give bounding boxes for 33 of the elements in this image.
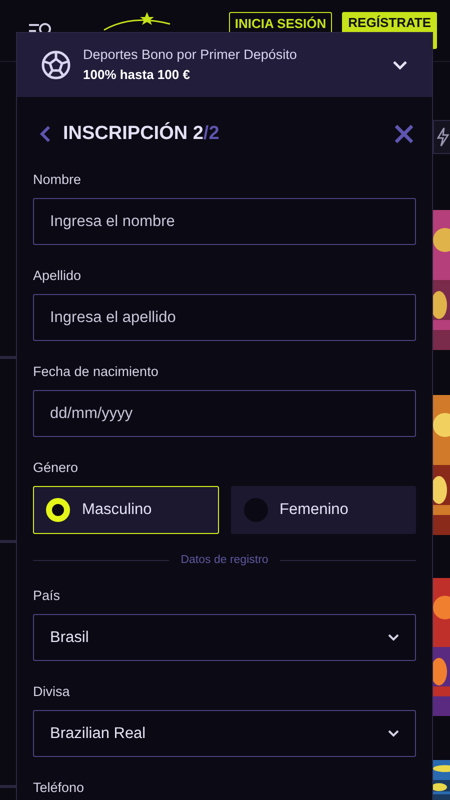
field-label: Apellido <box>33 267 82 285</box>
back-icon[interactable] <box>39 125 51 143</box>
field-label: Divisa <box>33 683 70 702</box>
select-field[interactable]: Brasil <box>33 614 416 662</box>
form-title: INSCRIPCIÓN 2/2 <box>63 121 220 146</box>
radio-icon <box>244 498 268 522</box>
select-field[interactable]: Brazilian Real <box>33 710 416 758</box>
chevron-down-icon[interactable] <box>392 60 408 70</box>
radio-option[interactable]: Femenino <box>230 486 416 534</box>
football-icon <box>41 50 71 80</box>
radio-icon <box>46 498 70 522</box>
promo-title: Deportes Bono por Primer Depósito <box>83 46 298 64</box>
lightning-icon[interactable] <box>433 120 450 154</box>
promo-amount: 100% hasta 100 € <box>83 66 191 84</box>
select-value: Brazilian Real <box>50 724 146 744</box>
select-value: Brasil <box>50 628 89 648</box>
chevron-down-icon <box>388 634 399 642</box>
input-field[interactable]: dd/mm/yyyy <box>33 390 416 437</box>
field-label: Género <box>33 459 78 477</box>
field-label: País <box>33 587 60 606</box>
promo-banner[interactable]: Deportes Bono por Primer Depósito 100% hasta 100 € <box>17 33 432 97</box>
field-label: Nombre <box>33 171 82 189</box>
input-field[interactable]: Ingresa el apellido <box>33 294 416 341</box>
input-field[interactable]: Ingresa el nombre <box>33 198 416 245</box>
chevron-down-icon <box>388 730 399 738</box>
field-label: Teléfono <box>33 779 84 798</box>
close-icon[interactable] <box>394 124 414 144</box>
radio-option[interactable]: Masculino <box>33 486 218 534</box>
section-label: Datos de registro <box>180 553 270 568</box>
radio-label: Masculino <box>82 500 152 520</box>
field-label: Fecha de nacimiento <box>33 363 158 381</box>
radio-label: Femenino <box>280 500 348 520</box>
star-logo-icon <box>102 10 172 32</box>
